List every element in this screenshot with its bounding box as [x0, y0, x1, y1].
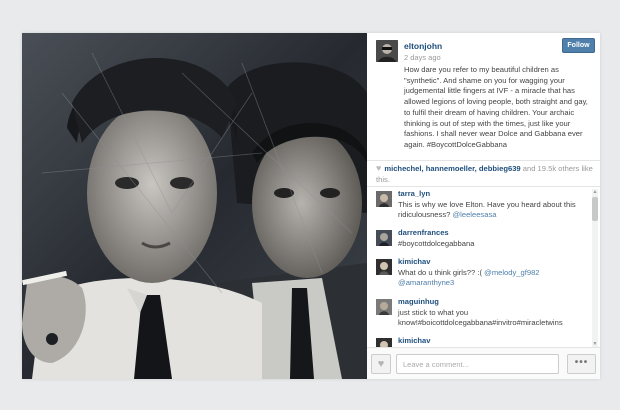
avatar[interactable] — [376, 40, 398, 62]
comment-text: #boycottdolcegabbana — [398, 238, 475, 248]
avatar-image — [376, 40, 398, 62]
comment-username[interactable]: kimichav — [398, 336, 590, 347]
comment-body: darrenfrances #boycottdolcegabbana — [398, 228, 590, 249]
comment-text: What do u think girls?? :( — [398, 267, 485, 277]
comment-username[interactable]: tarra_lyn — [398, 189, 590, 200]
post-footer: ♥ ••• — [367, 347, 600, 379]
post-timestamp: 2 days ago — [404, 53, 441, 62]
post-username[interactable]: eltonjohn — [404, 41, 442, 52]
comment-avatar[interactable] — [376, 191, 392, 207]
post-header: eltonjohn 2 days ago Follow How dare you… — [367, 33, 600, 159]
heart-icon: ♥ — [377, 358, 385, 370]
instagram-post-card: eltonjohn 2 days ago Follow How dare you… — [22, 33, 600, 379]
comment-body: maguinhug just stick to what you know!#b… — [398, 297, 590, 329]
follow-button[interactable]: Follow — [562, 38, 595, 53]
comment-avatar[interactable] — [376, 338, 392, 347]
likes-summary: ♥ michechel, hannemoeller, debbieg639 and… — [367, 160, 600, 187]
comment-avatar-image — [376, 259, 392, 275]
comment-input[interactable] — [396, 354, 559, 374]
comment-username[interactable]: maguinhug — [398, 297, 590, 308]
post-photo[interactable] — [22, 33, 367, 379]
comments-scrollbar[interactable]: ▲ ▼ — [592, 189, 598, 347]
more-options-button[interactable]: ••• — [567, 354, 596, 374]
scrollbar-thumb[interactable] — [592, 197, 598, 221]
like-button[interactable]: ♥ — [371, 354, 391, 374]
comment-username[interactable]: darrenfrances — [398, 228, 590, 239]
comment-avatar[interactable] — [376, 259, 392, 275]
comment-body: kimichav What do u think girls?? :( @mel… — [398, 257, 590, 289]
comment-avatar[interactable] — [376, 230, 392, 246]
likes-names[interactable]: michechel, hannemoeller, debbieg639 — [384, 164, 520, 173]
comment-body: tarra_lyn This is why we love Elton. Hav… — [398, 189, 590, 221]
comment-avatar-image — [376, 191, 392, 207]
comment-avatar[interactable] — [376, 299, 392, 315]
post-photo-image — [22, 33, 367, 379]
post-caption: How dare you refer to my beautiful child… — [404, 65, 588, 149]
heart-icon: ♥ — [376, 163, 382, 173]
scroll-up-arrow-icon[interactable]: ▲ — [592, 189, 598, 195]
comment-body: kimichav — [398, 336, 590, 347]
comment-mention[interactable]: @leeleesasa — [452, 210, 496, 219]
comment-username[interactable]: kimichav — [398, 257, 590, 268]
comment-avatar-image — [376, 230, 392, 246]
post-side-panel: eltonjohn 2 days ago Follow How dare you… — [367, 33, 600, 379]
comment-avatar-image — [376, 338, 392, 347]
comment-avatar-image — [376, 299, 392, 315]
comment-list[interactable]: tarra_lyn This is why we love Elton. Hav… — [367, 189, 590, 347]
comment-text: just stick to what you know!#boicottdolc… — [398, 307, 563, 328]
